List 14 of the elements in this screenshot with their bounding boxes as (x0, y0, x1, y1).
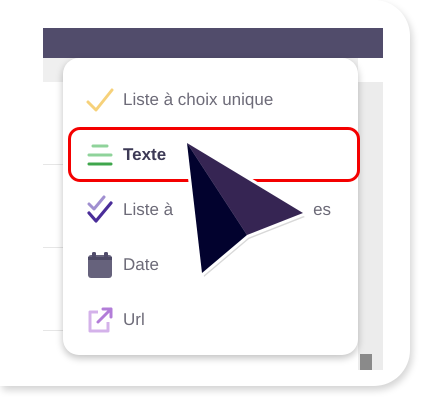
menu-item-label: Liste à choix unique (123, 90, 274, 110)
double-check-icon (85, 194, 115, 224)
menu-item[interactable]: Liste à choix unique (63, 72, 360, 127)
calendar-icon (85, 250, 115, 280)
menu-item-label: Date (123, 254, 159, 274)
menu-item-label: es (313, 200, 332, 220)
menu-item[interactable]: Liste à es (63, 182, 360, 237)
menu-item[interactable]: Url (63, 292, 360, 347)
menu-item[interactable]: Date (63, 237, 360, 292)
scrollbar-thumb[interactable] (360, 354, 372, 370)
pointer-icon (184, 140, 306, 277)
menu-item-label: Liste à (123, 200, 174, 220)
menu-item-label: Texte (123, 144, 166, 164)
menu-item-label: Url (123, 310, 145, 330)
